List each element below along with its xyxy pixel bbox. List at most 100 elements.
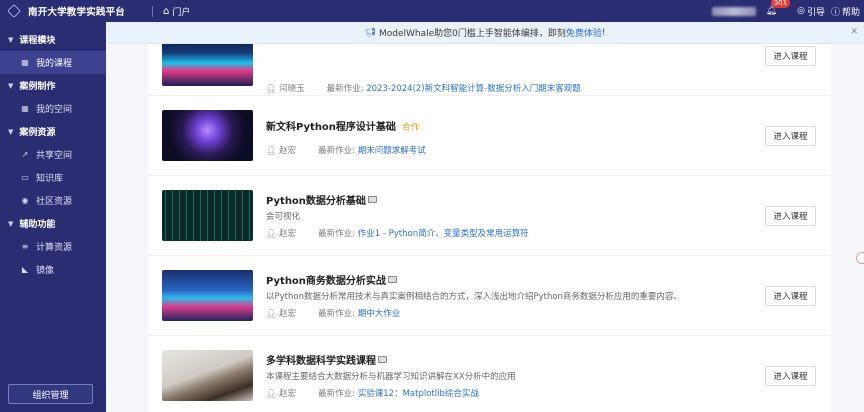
app-logo[interactable]: 南开大学教学实践平台 — [0, 0, 152, 22]
latest-assignment-link[interactable]: 期末问题求解考试 — [358, 144, 426, 156]
course-title[interactable]: Python商务数据分析实战 — [266, 272, 397, 287]
nav-group-label: 课程模块 — [19, 36, 56, 46]
sidebar-item-shared-space[interactable]: ↗ 共享空间 — [0, 143, 106, 166]
compass-icon: ◎ — [797, 6, 805, 16]
server-icon: ≡ — [21, 242, 29, 251]
latest-assignment-link[interactable]: 2023-2024(2)新文科智能计算-数据分析入门期末客观题 — [366, 82, 580, 94]
course-meta: 👤︎ 赵宏 最新作业: 期中大作业 — [266, 307, 401, 320]
course-thumbnail[interactable] — [162, 44, 253, 86]
header-actions: 🔔︎ 301 ◎ 引导 ⓘ 帮助 — [711, 0, 860, 22]
home-icon: ⌂ — [163, 5, 170, 17]
latest-label: 最新作业: — [318, 309, 356, 319]
sidebar: ▼ 课程模块 ▦ 我的课程 ▼ 案例制作 ▦ 我的空间 ▼ 案例资源 ↗ 共享空间 ▭ 知识库… — [0, 22, 106, 412]
portal-label: 门户 — [172, 7, 191, 18]
course-author: 赵宏 — [279, 146, 297, 156]
announcement-text: ModelWhale助您0门槛上手智能体编排，即刻 — [378, 29, 566, 39]
course-card: Python数据分析基础 会可视化 👤︎ 赵宏 最新作业: 作业1 - Pyth… — [148, 176, 831, 256]
course-description: 本课程主要结合大数据分析与机器学习知识讲解在XX分析中的应用 — [266, 372, 516, 382]
coop-tag: 合作 — [401, 123, 420, 133]
enter-course-button[interactable]: 进入课程 — [765, 206, 816, 226]
course-title-text: Python商务数据分析实战 — [266, 276, 386, 287]
enter-course-button[interactable]: 进入课程 — [765, 46, 816, 66]
new-icon — [378, 356, 387, 363]
course-card: 👤︎ 闫晓玉 最新作业: 2023-2024(2)新文科智能计算-数据分析入门期… — [148, 44, 831, 96]
course-card: Python商务数据分析实战 以Python数据分析常用技术与真实案例相结合的方… — [148, 256, 831, 336]
course-meta: 👤︎ 赵宏 最新作业: 实验课12：Matplotlib综合实战 — [266, 387, 479, 400]
megaphone-icon: 📢︎ — [364, 27, 376, 38]
chevron-down-icon: ▼ — [8, 219, 14, 228]
enter-course-button[interactable]: 进入课程 — [765, 126, 816, 146]
app-title: 南开大学教学实践平台 — [28, 7, 126, 18]
course-meta: 👤︎ 闫晓玉 最新作业: 2023-2024(2)新文科智能计算-数据分析入门期… — [266, 82, 581, 95]
course-list: 👤︎ 闫晓玉 最新作业: 2023-2024(2)新文科智能计算-数据分析入门期… — [148, 44, 831, 412]
sidebar-item-label: 我的空间 — [36, 105, 73, 115]
latest-label: 最新作业: — [318, 389, 356, 399]
latest-label: 最新作业: — [318, 146, 356, 156]
course-card: 新文科Python程序设计基础 合作 👤︎ 赵宏 最新作业: 期末问题求解考试 进… — [148, 96, 831, 176]
announcement-suffix: ! — [601, 27, 606, 38]
chevron-down-icon: ▼ — [8, 35, 14, 44]
latest-label: 最新作业: — [318, 229, 356, 239]
person-icon: 👤︎ — [266, 83, 277, 93]
nav-group-case-resources[interactable]: ▼ 案例资源 — [0, 120, 106, 143]
sidebar-item-knowledge-base[interactable]: ▭ 知识库 — [0, 166, 106, 189]
sidebar-item-label: 计算资源 — [36, 243, 73, 253]
latest-label: 最新作业: — [326, 84, 364, 94]
nav-group-aux[interactable]: ▼ 辅助功能 — [0, 212, 106, 235]
nav-group-label: 辅助功能 — [19, 220, 56, 230]
guide-button[interactable]: ◎ 引导 — [797, 5, 825, 18]
portal-link[interactable]: ⌂ 门户 — [163, 5, 190, 18]
course-description: 会可视化 — [266, 212, 301, 222]
free-trial-link[interactable]: 免费体验 — [566, 26, 602, 39]
org-admin-button[interactable]: 组织管理 — [8, 384, 93, 404]
sidebar-item-my-space[interactable]: ▦ 我的空间 — [0, 97, 106, 120]
person-icon: 👤︎ — [266, 388, 277, 398]
help-button[interactable]: ⓘ 帮助 — [831, 5, 860, 18]
person-icon: 👤︎ — [266, 228, 277, 238]
course-title[interactable]: 新文科Python程序设计基础 合作 — [266, 118, 420, 133]
latest-assignment-link[interactable]: 作业1 - Python简介、变量类型及常用运算符 — [358, 227, 529, 239]
whale-icon: ◣ — [21, 265, 29, 274]
sidebar-item-images[interactable]: ◣ 镜像 — [0, 258, 106, 281]
notifications-button[interactable]: 🔔︎ 301 — [766, 0, 791, 16]
course-thumbnail[interactable] — [162, 110, 253, 161]
grid-icon: ▦ — [21, 104, 29, 113]
sidebar-item-label: 共享空间 — [36, 151, 73, 161]
course-thumbnail[interactable] — [162, 270, 253, 321]
floating-widget[interactable] — [856, 252, 864, 264]
person-icon: 👤︎ — [266, 308, 277, 318]
course-thumbnail[interactable] — [162, 350, 253, 401]
globe-icon: ◉ — [21, 196, 29, 205]
sidebar-item-community[interactable]: ◉ 社区资源 — [0, 189, 106, 212]
header-divider — [152, 5, 153, 17]
course-meta: 👤︎ 赵宏 最新作业: 作业1 - Python简介、变量类型及常用运算符 — [266, 227, 529, 240]
sidebar-item-compute[interactable]: ≡ 计算资源 — [0, 235, 106, 258]
top-bar: 南开大学教学实践平台 ⌂ 门户 🔔︎ 301 ◎ 引导 ⓘ 帮助 — [0, 0, 864, 22]
sidebar-item-label: 社区资源 — [36, 197, 73, 207]
folder-icon: ▭ — [21, 173, 29, 182]
course-title[interactable]: Python数据分析基础 — [266, 192, 377, 207]
enter-course-button[interactable]: 进入课程 — [765, 286, 816, 306]
nav-group-label: 案例资源 — [19, 128, 56, 138]
new-icon — [387, 276, 397, 283]
course-author: 赵宏 — [279, 389, 297, 399]
enter-course-button[interactable]: 进入课程 — [765, 366, 816, 386]
course-title[interactable]: 多学科数据科学实践课程 — [266, 352, 387, 367]
sidebar-item-label: 镜像 — [36, 266, 55, 276]
nav-group-course[interactable]: ▼ 课程模块 — [0, 28, 106, 51]
sidebar-item-my-courses[interactable]: ▦ 我的课程 — [0, 51, 106, 74]
latest-assignment-link[interactable]: 实验课12：Matplotlib综合实战 — [358, 387, 479, 399]
latest-assignment-link[interactable]: 期中大作业 — [358, 307, 401, 319]
course-card: 多学科数据科学实践课程 本课程主要结合大数据分析与机器学习知识讲解在XX分析中的… — [148, 336, 831, 412]
announcement-bar: 📢︎ ModelWhale助您0门槛上手智能体编排，即刻 免费体验! ✕ — [106, 22, 864, 44]
user-name-blurred[interactable] — [711, 6, 756, 16]
logo-icon — [7, 4, 21, 18]
nav-group-case-making[interactable]: ▼ 案例制作 — [0, 74, 106, 97]
close-icon[interactable]: ✕ — [850, 27, 858, 37]
course-title-text: Python数据分析基础 — [266, 196, 366, 207]
chevron-down-icon: ▼ — [8, 81, 14, 90]
course-thumbnail[interactable] — [162, 190, 253, 241]
course-author: 赵宏 — [279, 309, 297, 319]
guide-label: 引导 — [806, 7, 825, 18]
chevron-down-icon: ▼ — [8, 127, 14, 136]
